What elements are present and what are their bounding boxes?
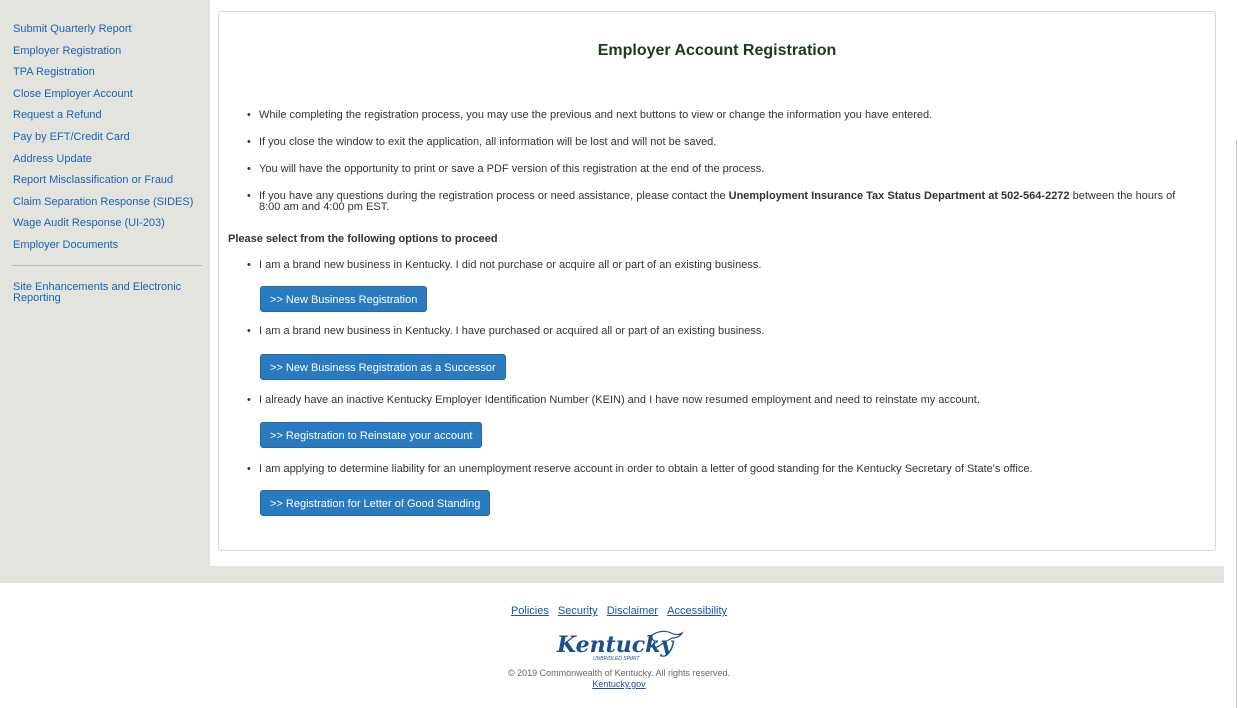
logo-tagline: UNBRIDLED SPIRIT (593, 656, 640, 662)
sidebar-item-report-misclassification[interactable]: Report Misclassification or Fraud (13, 172, 193, 194)
option-description: I am a brand new business in Kentucky. I… (247, 260, 761, 272)
sidebar-item-label[interactable]: Report Misclassification or Fraud (13, 174, 173, 186)
info-bullets: While completing the registration proces… (247, 110, 1197, 229)
sidebar-item-employer-registration[interactable]: Employer Registration (13, 43, 193, 65)
kentucky-gov-link[interactable]: Kentucky.gov (592, 679, 645, 689)
footer-link-security[interactable]: Security (558, 605, 598, 617)
sidebar-item-label[interactable]: Employer Documents (13, 239, 118, 251)
sidebar-menu: Submit Quarterly Report Employer Registr… (13, 21, 193, 259)
sidebar-item-label[interactable]: TPA Registration (13, 66, 95, 78)
sidebar-item-label[interactable]: Request a Refund (13, 109, 102, 121)
sidebar-item-request-refund[interactable]: Request a Refund (13, 107, 193, 129)
info-bullet: While completing the registration proces… (247, 109, 1197, 122)
sidebar-item-site-enhancements[interactable]: Site Enhancements and Electronic Reporti… (13, 282, 188, 304)
page-title: Employer Account Registration (597, 42, 837, 59)
sidebar-item-label[interactable]: Address Update (13, 153, 92, 165)
bullet-text: If you close the window to exit the appl… (259, 136, 717, 148)
scrollbar-edge (1236, 140, 1237, 708)
options-heading: Please select from the following options… (228, 233, 498, 245)
info-bullet: If you close the window to exit the appl… (247, 136, 1197, 149)
sidebar-item-label[interactable]: Close Employer Account (13, 88, 133, 100)
sidebar-item-label[interactable]: Claim Separation Response (SIDES) (13, 196, 193, 208)
logo-wordmark: Kentucky (556, 632, 675, 658)
copyright: © 2019 Commonwealth of Kentucky. All rig… (507, 668, 731, 678)
sidebar-item-label[interactable]: Pay by EFT/Credit Card (13, 131, 130, 143)
footer-link-policies[interactable]: Policies (511, 605, 549, 617)
sidebar-item-claim-separation[interactable]: Claim Separation Response (SIDES) (13, 194, 193, 216)
sidebar-item-label[interactable]: Submit Quarterly Report (13, 23, 132, 35)
info-bullet-contact: If you have any questions during the reg… (247, 191, 1197, 213)
footer-link-disclaimer[interactable]: Disclaimer (607, 605, 658, 617)
sidebar-item-pay-eft[interactable]: Pay by EFT/Credit Card (13, 129, 193, 151)
footer-link-accessibility[interactable]: Accessibility (667, 605, 727, 617)
reinstate-registration-button[interactable]: >> Registration to Reinstate your accoun… (260, 422, 483, 448)
sidebar-item-submit-quarterly-report[interactable]: Submit Quarterly Report (13, 21, 193, 43)
sidebar-item-close-employer-account[interactable]: Close Employer Account (13, 86, 193, 108)
page: Submit Quarterly Report Employer Registr… (0, 0, 1238, 708)
good-standing-registration-button[interactable]: >> Registration for Letter of Good Stand… (260, 490, 491, 516)
info-bullet: You will have the opportunity to print o… (247, 163, 1197, 176)
sidebar-item-wage-audit[interactable]: Wage Audit Response (UI-203) (13, 215, 193, 237)
option-description: I am applying to determine liability for… (247, 464, 1033, 476)
sidebar-item-label[interactable]: Site Enhancements and Electronic Reporti… (13, 281, 181, 304)
option-description: I am a brand new business in Kentucky. I… (247, 326, 764, 338)
sidebar-item-tpa-registration[interactable]: TPA Registration (13, 64, 193, 86)
sidebar-item-label[interactable]: Wage Audit Response (UI-203) (13, 217, 165, 229)
kentucky-gov-link-wrap: Kentucky.gov (0, 679, 1238, 689)
sidebar: Submit Quarterly Report Employer Registr… (0, 0, 210, 583)
kentucky-logo: Kentucky UNBRIDLED SPIRIT (556, 630, 684, 662)
contact-department: Unemployment Insurance Tax Status Depart… (728, 190, 1070, 202)
sidebar-item-address-update[interactable]: Address Update (13, 151, 193, 173)
bullet-text: While completing the registration proces… (259, 109, 933, 121)
sidebar-item-employer-documents[interactable]: Employer Documents (13, 237, 193, 259)
footer-links: Policies Security Disclaimer Accessibili… (0, 605, 1238, 617)
new-business-registration-button[interactable]: >> New Business Registration (260, 286, 428, 312)
bullet-text: You will have the opportunity to print o… (259, 163, 765, 175)
sidebar-item-label[interactable]: Employer Registration (13, 45, 121, 57)
sidebar-divider (12, 265, 202, 266)
registration-panel: Employer Account Registration While comp… (218, 11, 1216, 551)
content-area: Employer Account Registration While comp… (210, 0, 1224, 566)
successor-registration-button[interactable]: >> New Business Registration as a Succes… (260, 354, 506, 380)
option-description: I already have an inactive Kentucky Empl… (247, 395, 980, 407)
